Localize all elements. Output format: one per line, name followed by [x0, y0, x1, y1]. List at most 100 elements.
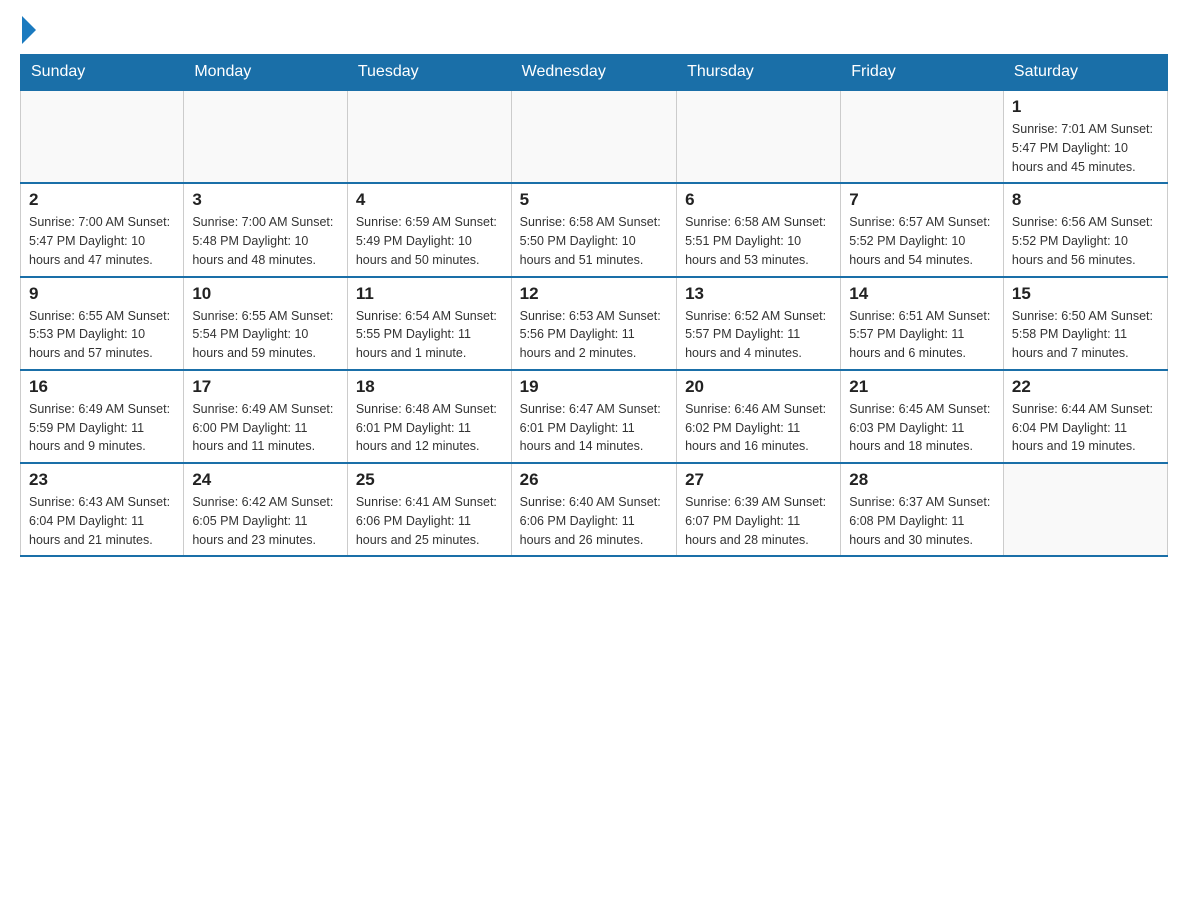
day-number: 19 [520, 377, 668, 397]
day-number: 28 [849, 470, 995, 490]
calendar-cell: 28 Sunrise: 6:37 AM Sunset: 6:08 PM Dayli… [841, 463, 1004, 556]
calendar-cell: 12 Sunrise: 6:53 AM Sunset: 5:56 PM Dayli… [511, 277, 676, 370]
day-number: 26 [520, 470, 668, 490]
day-info: Sunrise: 6:47 AM Sunset: 6:01 PM Dayligh… [520, 400, 668, 456]
calendar-cell: 22 Sunrise: 6:44 AM Sunset: 6:04 PM Dayli… [1003, 370, 1167, 463]
calendar-cell: 4Sunrise: 6:59 AM Sunset: 5:49 PM Daylig… [347, 183, 511, 276]
day-info: Sunrise: 6:37 AM Sunset: 6:08 PM Dayligh… [849, 493, 995, 549]
day-number: 18 [356, 377, 503, 397]
day-number: 16 [29, 377, 175, 397]
day-info: Sunrise: 6:59 AM Sunset: 5:49 PM Dayligh… [356, 213, 503, 269]
calendar-header-friday: Friday [841, 55, 1004, 91]
day-info: Sunrise: 7:00 AM Sunset: 5:48 PM Dayligh… [192, 213, 339, 269]
calendar-header-tuesday: Tuesday [347, 55, 511, 91]
day-info: Sunrise: 6:42 AM Sunset: 6:05 PM Dayligh… [192, 493, 339, 549]
calendar-cell: 16 Sunrise: 6:49 AM Sunset: 5:59 PM Dayli… [21, 370, 184, 463]
calendar-week-row: 16 Sunrise: 6:49 AM Sunset: 5:59 PM Dayli… [21, 370, 1168, 463]
calendar-cell [21, 90, 184, 183]
calendar-cell: 2 Sunrise: 7:00 AM Sunset: 5:47 PM Daylig… [21, 183, 184, 276]
page-header [20, 20, 1168, 44]
calendar-cell: 3 Sunrise: 7:00 AM Sunset: 5:48 PM Daylig… [184, 183, 348, 276]
day-info: Sunrise: 6:53 AM Sunset: 5:56 PM Dayligh… [520, 307, 668, 363]
logo [20, 20, 36, 44]
day-number: 20 [685, 377, 832, 397]
day-info: Sunrise: 7:00 AM Sunset: 5:47 PM Dayligh… [29, 213, 175, 269]
calendar-cell: 1 Sunrise: 7:01 AM Sunset: 5:47 PM Daylig… [1003, 90, 1167, 183]
day-info: Sunrise: 6:55 AM Sunset: 5:54 PM Dayligh… [192, 307, 339, 363]
calendar-header-thursday: Thursday [677, 55, 841, 91]
day-number: 27 [685, 470, 832, 490]
day-number: 9 [29, 284, 175, 304]
calendar-cell [1003, 463, 1167, 556]
day-info: Sunrise: 6:48 AM Sunset: 6:01 PM Dayligh… [356, 400, 503, 456]
day-info: Sunrise: 6:56 AM Sunset: 5:52 PM Dayligh… [1012, 213, 1159, 269]
calendar-cell: 6Sunrise: 6:58 AM Sunset: 5:51 PM Daylig… [677, 183, 841, 276]
calendar-cell: 13 Sunrise: 6:52 AM Sunset: 5:57 PM Dayli… [677, 277, 841, 370]
day-number: 23 [29, 470, 175, 490]
day-number: 1 [1012, 97, 1159, 117]
day-info: Sunrise: 6:54 AM Sunset: 5:55 PM Dayligh… [356, 307, 503, 363]
day-number: 15 [1012, 284, 1159, 304]
day-info: Sunrise: 6:51 AM Sunset: 5:57 PM Dayligh… [849, 307, 995, 363]
calendar-cell: 21 Sunrise: 6:45 AM Sunset: 6:03 PM Dayli… [841, 370, 1004, 463]
calendar-header-row: SundayMondayTuesdayWednesdayThursdayFrid… [21, 55, 1168, 91]
calendar-cell: 25 Sunrise: 6:41 AM Sunset: 6:06 PM Dayli… [347, 463, 511, 556]
calendar-week-row: 1 Sunrise: 7:01 AM Sunset: 5:47 PM Daylig… [21, 90, 1168, 183]
day-number: 25 [356, 470, 503, 490]
day-number: 12 [520, 284, 668, 304]
calendar-cell [841, 90, 1004, 183]
calendar-cell: 10 Sunrise: 6:55 AM Sunset: 5:54 PM Dayli… [184, 277, 348, 370]
calendar-cell: 11 Sunrise: 6:54 AM Sunset: 5:55 PM Dayli… [347, 277, 511, 370]
day-info: Sunrise: 6:50 AM Sunset: 5:58 PM Dayligh… [1012, 307, 1159, 363]
day-info: Sunrise: 7:01 AM Sunset: 5:47 PM Dayligh… [1012, 120, 1159, 176]
calendar-cell: 17Sunrise: 6:49 AM Sunset: 6:00 PM Dayli… [184, 370, 348, 463]
day-number: 14 [849, 284, 995, 304]
day-info: Sunrise: 6:45 AM Sunset: 6:03 PM Dayligh… [849, 400, 995, 456]
calendar-week-row: 23 Sunrise: 6:43 AM Sunset: 6:04 PM Dayli… [21, 463, 1168, 556]
day-number: 10 [192, 284, 339, 304]
day-info: Sunrise: 6:58 AM Sunset: 5:51 PM Dayligh… [685, 213, 832, 269]
day-number: 22 [1012, 377, 1159, 397]
calendar-week-row: 2 Sunrise: 7:00 AM Sunset: 5:47 PM Daylig… [21, 183, 1168, 276]
day-number: 2 [29, 190, 175, 210]
day-number: 8 [1012, 190, 1159, 210]
day-info: Sunrise: 6:58 AM Sunset: 5:50 PM Dayligh… [520, 213, 668, 269]
calendar-header-sunday: Sunday [21, 55, 184, 91]
day-number: 13 [685, 284, 832, 304]
calendar-table: SundayMondayTuesdayWednesdayThursdayFrid… [20, 54, 1168, 557]
day-number: 5 [520, 190, 668, 210]
day-number: 3 [192, 190, 339, 210]
calendar-cell: 27Sunrise: 6:39 AM Sunset: 6:07 PM Dayli… [677, 463, 841, 556]
calendar-cell: 7 Sunrise: 6:57 AM Sunset: 5:52 PM Daylig… [841, 183, 1004, 276]
day-number: 21 [849, 377, 995, 397]
calendar-cell: 19 Sunrise: 6:47 AM Sunset: 6:01 PM Dayli… [511, 370, 676, 463]
calendar-cell [677, 90, 841, 183]
day-info: Sunrise: 6:57 AM Sunset: 5:52 PM Dayligh… [849, 213, 995, 269]
day-info: Sunrise: 6:55 AM Sunset: 5:53 PM Dayligh… [29, 307, 175, 363]
calendar-cell: 9 Sunrise: 6:55 AM Sunset: 5:53 PM Daylig… [21, 277, 184, 370]
logo-arrow-icon [22, 16, 36, 44]
calendar-cell [347, 90, 511, 183]
day-number: 17 [192, 377, 339, 397]
day-info: Sunrise: 6:44 AM Sunset: 6:04 PM Dayligh… [1012, 400, 1159, 456]
calendar-cell: 15 Sunrise: 6:50 AM Sunset: 5:58 PM Dayli… [1003, 277, 1167, 370]
calendar-cell: 5 Sunrise: 6:58 AM Sunset: 5:50 PM Daylig… [511, 183, 676, 276]
calendar-cell: 8 Sunrise: 6:56 AM Sunset: 5:52 PM Daylig… [1003, 183, 1167, 276]
day-number: 7 [849, 190, 995, 210]
calendar-cell [184, 90, 348, 183]
day-info: Sunrise: 6:43 AM Sunset: 6:04 PM Dayligh… [29, 493, 175, 549]
calendar-header-wednesday: Wednesday [511, 55, 676, 91]
calendar-cell: 23 Sunrise: 6:43 AM Sunset: 6:04 PM Dayli… [21, 463, 184, 556]
day-number: 24 [192, 470, 339, 490]
day-info: Sunrise: 6:41 AM Sunset: 6:06 PM Dayligh… [356, 493, 503, 549]
calendar-cell: 26Sunrise: 6:40 AM Sunset: 6:06 PM Dayli… [511, 463, 676, 556]
calendar-cell: 18 Sunrise: 6:48 AM Sunset: 6:01 PM Dayli… [347, 370, 511, 463]
calendar-cell: 20 Sunrise: 6:46 AM Sunset: 6:02 PM Dayli… [677, 370, 841, 463]
calendar-cell: 14 Sunrise: 6:51 AM Sunset: 5:57 PM Dayli… [841, 277, 1004, 370]
day-number: 11 [356, 284, 503, 304]
day-info: Sunrise: 6:46 AM Sunset: 6:02 PM Dayligh… [685, 400, 832, 456]
day-info: Sunrise: 6:49 AM Sunset: 5:59 PM Dayligh… [29, 400, 175, 456]
calendar-header-monday: Monday [184, 55, 348, 91]
day-info: Sunrise: 6:52 AM Sunset: 5:57 PM Dayligh… [685, 307, 832, 363]
calendar-header-saturday: Saturday [1003, 55, 1167, 91]
